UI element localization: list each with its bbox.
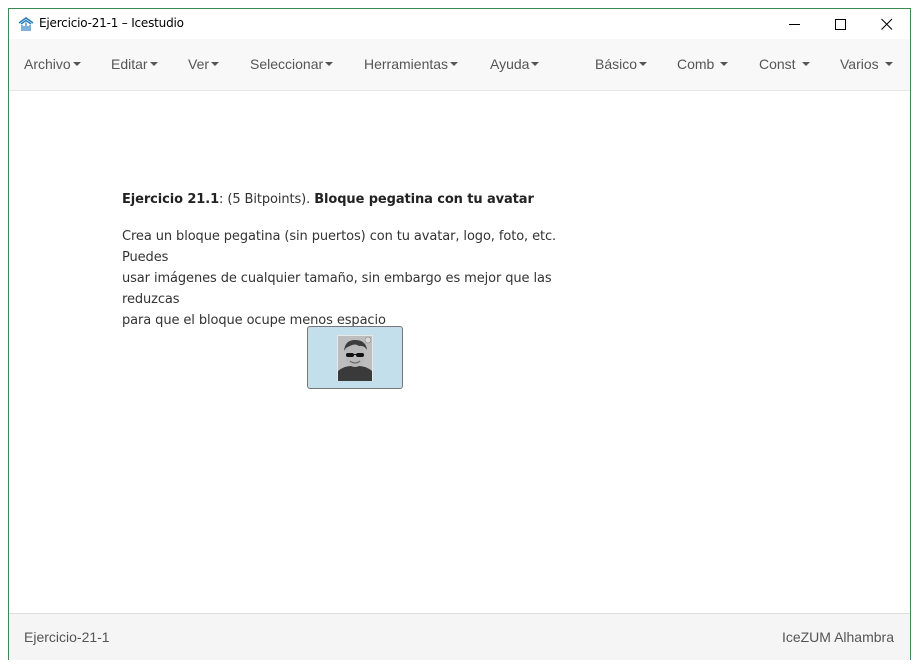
caret-down-icon xyxy=(211,62,220,67)
menu-varios[interactable]: Varios xyxy=(840,39,893,90)
caret-down-icon xyxy=(639,62,648,67)
menu-label: Varios xyxy=(840,56,879,72)
design-canvas[interactable]: Ejercicio 21.1: (5 Bitpoints). Bloque pe… xyxy=(9,91,910,613)
menu-label: Herramientas xyxy=(364,56,449,72)
menu-label: Básico xyxy=(595,56,638,72)
exercise-title: Bloque pegatina con tu avatar xyxy=(314,192,534,207)
app-window: Ejercicio-21-1 – Icestudio Archivo Edita… xyxy=(8,8,911,660)
info-body: Crea un bloque pegatina (sin puertos) co… xyxy=(122,226,602,331)
caret-down-icon xyxy=(325,62,334,67)
info-line: Crea un bloque pegatina (sin puertos) co… xyxy=(122,229,557,265)
menu-ver[interactable]: Ver xyxy=(188,39,220,90)
menu-label: Ver xyxy=(188,56,210,72)
menu-label: Ayuda xyxy=(490,56,530,72)
menu-editar[interactable]: Editar xyxy=(111,39,158,90)
menu-ayuda[interactable]: Ayuda xyxy=(490,39,540,90)
window-title: Ejercicio-21-1 – Icestudio xyxy=(39,16,184,30)
menu-archivo[interactable]: Archivo xyxy=(24,39,81,90)
menu-comb[interactable]: Comb xyxy=(677,39,729,90)
avatar-photo xyxy=(337,335,373,381)
board-selector[interactable]: IceZUM Alhambra xyxy=(782,614,894,660)
caret-down-icon xyxy=(450,62,459,67)
menu-label: Comb xyxy=(677,56,715,72)
menu-basico[interactable]: Básico xyxy=(595,39,648,90)
caret-down-icon xyxy=(72,62,81,67)
close-icon xyxy=(881,18,893,30)
project-name: Ejercicio-21-1 xyxy=(24,629,110,645)
info-block[interactable]: Ejercicio 21.1: (5 Bitpoints). Bloque pe… xyxy=(122,191,602,331)
menu-label: Seleccionar xyxy=(250,56,324,72)
menu-label: Const xyxy=(759,56,796,72)
menu-bar: Archivo Editar Ver Seleccionar Herramien… xyxy=(9,39,910,91)
menu-herramientas[interactable]: Herramientas xyxy=(364,39,459,90)
exercise-number: Ejercicio 21.1 xyxy=(122,192,220,207)
menu-const[interactable]: Const xyxy=(759,39,810,90)
minimize-icon xyxy=(789,24,800,25)
icestudio-icon xyxy=(18,16,34,32)
info-line: usar imágenes de cualquier tamaño, sin e… xyxy=(122,271,552,307)
caret-down-icon xyxy=(884,62,893,67)
maximize-button[interactable] xyxy=(818,9,864,39)
caret-down-icon xyxy=(149,62,158,67)
menu-seleccionar[interactable]: Seleccionar xyxy=(250,39,334,90)
menu-label: Editar xyxy=(111,56,148,72)
avatar-image xyxy=(337,335,373,381)
caret-down-icon xyxy=(720,62,729,67)
info-heading: Ejercicio 21.1: (5 Bitpoints). Bloque pe… xyxy=(122,191,602,209)
caret-down-icon xyxy=(801,62,810,67)
close-button[interactable] xyxy=(864,9,910,39)
menu-label: Archivo xyxy=(24,56,71,72)
sticker-block[interactable] xyxy=(307,326,403,389)
exercise-points: : (5 Bitpoints). xyxy=(219,192,315,207)
minimize-button[interactable] xyxy=(772,9,818,39)
status-bar: Ejercicio-21-1 IceZUM Alhambra xyxy=(9,613,910,660)
maximize-icon xyxy=(835,19,846,30)
title-bar[interactable]: Ejercicio-21-1 – Icestudio xyxy=(9,9,910,39)
caret-down-icon xyxy=(531,62,540,67)
